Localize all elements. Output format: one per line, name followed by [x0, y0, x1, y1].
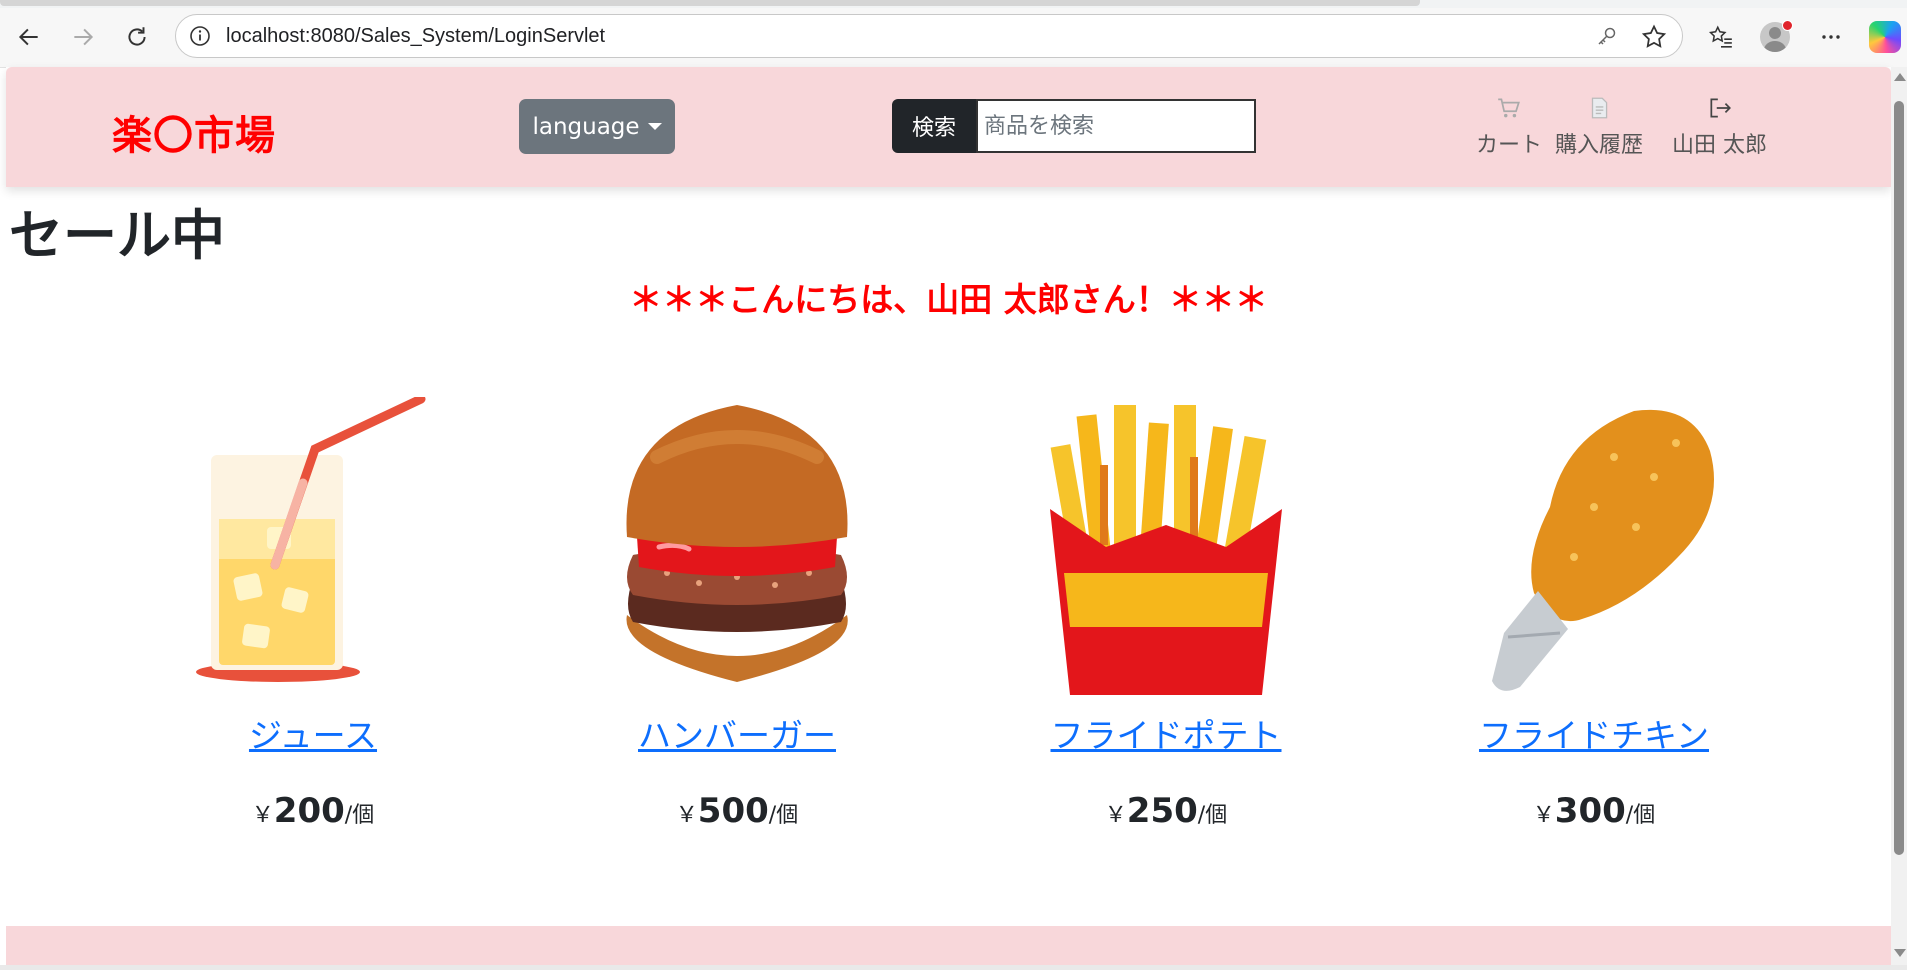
search-input[interactable] — [976, 99, 1256, 153]
brand-logo[interactable]: 楽〇市場 — [112, 103, 276, 161]
language-label: language — [532, 113, 640, 140]
nav-link-cart[interactable]: カート — [1476, 95, 1542, 159]
tab-strip — [0, 0, 1907, 8]
product-link-french-fries[interactable]: フライドポテト — [1051, 709, 1282, 757]
product-card: ハンバーガー ￥500/個 — [527, 397, 947, 831]
french-fries-image[interactable] — [1036, 397, 1296, 697]
reload-icon — [128, 27, 146, 46]
url-text[interactable]: localhost:8080/Sales_System/LoginServlet — [226, 25, 605, 48]
copilot-icon — [1869, 21, 1901, 53]
product-price: ￥250/個 — [956, 791, 1376, 831]
address-bar[interactable]: localhost:8080/Sales_System/LoginServlet — [175, 14, 1683, 58]
nav-link-label: 購入履歴 — [1555, 133, 1644, 158]
scroll-down-icon[interactable] — [1894, 949, 1906, 957]
price-unit: /個 — [344, 803, 375, 828]
nav-link-user-logout[interactable]: 山田 太郎 — [1672, 95, 1767, 159]
site-info-icon[interactable] — [188, 24, 212, 48]
price-value: 200 — [273, 791, 345, 831]
product-card: フライドポテト ￥250/個 — [956, 397, 1376, 831]
product-link-juice[interactable]: ジュース — [249, 709, 377, 757]
back-button[interactable] — [12, 20, 46, 54]
price-unit: /個 — [1625, 803, 1656, 828]
language-dropdown-button[interactable]: language — [519, 99, 675, 154]
price-value: 250 — [1126, 791, 1198, 831]
nav-link-purchase-history[interactable]: 購入履歴 — [1555, 95, 1643, 159]
active-tab-edge[interactable] — [0, 0, 1420, 6]
forward-button[interactable] — [66, 20, 100, 54]
page-title: セール中 — [9, 204, 225, 267]
price-value: 300 — [1554, 791, 1626, 831]
currency-symbol: ￥ — [1104, 803, 1127, 828]
juice-image[interactable] — [183, 397, 443, 697]
forward-arrow-icon — [74, 28, 94, 46]
search-button[interactable]: 検索 — [892, 99, 976, 153]
currency-symbol: ￥ — [1532, 803, 1555, 828]
price-value: 500 — [697, 791, 769, 831]
more-menu-button[interactable] — [1814, 20, 1848, 54]
product-link-hamburger[interactable]: ハンバーガー — [638, 709, 836, 757]
notification-dot — [1782, 20, 1793, 31]
favorites-list-icon — [1708, 25, 1732, 48]
currency-symbol: ￥ — [675, 803, 698, 828]
copilot-button[interactable] — [1868, 20, 1902, 54]
document-icon — [1591, 97, 1608, 119]
logout-icon — [1709, 98, 1731, 118]
scroll-up-icon[interactable] — [1894, 73, 1906, 81]
fried-chicken-image[interactable] — [1464, 397, 1724, 697]
caret-down-icon — [647, 123, 662, 130]
web-page: 楽〇市場 language 検索 カート 購入履歴 山田 太郎 セール中 ＊＊＊… — [6, 67, 1891, 965]
profile-button[interactable] — [1758, 20, 1793, 54]
scrollbar-thumb[interactable] — [1894, 101, 1904, 855]
nav-link-label: 山田 太郎 — [1672, 133, 1767, 158]
key-icon[interactable] — [1594, 25, 1618, 49]
product-price: ￥300/個 — [1384, 791, 1804, 831]
more-dots-icon — [1822, 35, 1840, 39]
cart-icon — [1498, 98, 1520, 118]
price-unit: /個 — [768, 803, 799, 828]
window-bottom-edge — [0, 965, 1907, 970]
product-card: ジュース ￥200/個 — [103, 397, 523, 831]
product-price: ￥200/個 — [103, 791, 523, 831]
favorites-button[interactable] — [1704, 20, 1738, 54]
nav-link-label: カート — [1476, 133, 1543, 158]
footer — [6, 926, 1891, 965]
reload-button[interactable] — [120, 20, 154, 54]
price-unit: /個 — [1197, 803, 1228, 828]
hamburger-image[interactable] — [607, 397, 867, 697]
greeting-message: ＊＊＊こんにちは、山田 太郎さん！＊＊＊ — [629, 280, 1268, 319]
product-link-fried-chicken[interactable]: フライドチキン — [1479, 709, 1709, 757]
navbar: 楽〇市場 language 検索 カート 購入履歴 山田 太郎 — [6, 67, 1891, 187]
product-price: ￥500/個 — [527, 791, 947, 831]
currency-symbol: ￥ — [251, 803, 274, 828]
favorite-star-icon[interactable] — [1640, 23, 1668, 51]
browser-toolbar: localhost:8080/Sales_System/LoginServlet — [0, 8, 1907, 68]
page-scrollbar[interactable] — [1891, 67, 1907, 965]
back-arrow-icon — [18, 28, 38, 46]
product-card: フライドチキン ￥300/個 — [1384, 397, 1804, 831]
